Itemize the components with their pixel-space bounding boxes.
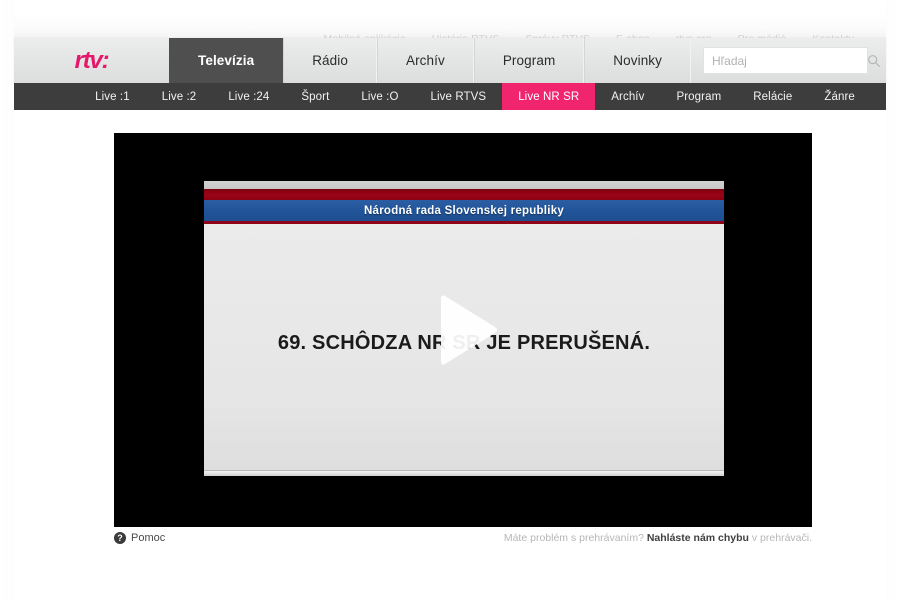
subnav-item-sport[interactable]: Šport (285, 83, 345, 110)
report-suffix: v prehrávači. (751, 532, 812, 544)
subnav-item-label: Live :24 (228, 90, 270, 103)
subnav-item-label: Šport (301, 90, 330, 103)
subnav-item-live-nr-sr[interactable]: Live NR SR (502, 83, 596, 110)
subnav-item-label: Live :1 (95, 90, 130, 103)
help-label: Pomoc (131, 532, 166, 544)
nav-item-archiv[interactable]: Archív (376, 38, 474, 83)
search-icon (868, 54, 881, 67)
subnav-item-live-o[interactable]: Live :O (345, 83, 414, 110)
nav-item-program[interactable]: Program (473, 38, 585, 83)
page-root: Mobilné aplikácie História RTVS Správy R… (0, 0, 900, 600)
subnav-item-label: Relácie (753, 90, 793, 103)
slide-top-strip (204, 181, 724, 189)
slide-red-band (204, 189, 724, 200)
subnav-item-archiv[interactable]: Archív (595, 83, 660, 110)
nav-item-label: Novinky (613, 53, 663, 68)
subnav-item-label: Live RTVS (430, 90, 487, 103)
slide-blue-banner: Národná rada Slovenskej republiky (204, 200, 724, 221)
nav-item-label: Televízia (198, 53, 255, 68)
subnav-item-label: Live :2 (161, 90, 197, 103)
report-prefix: Máte problém s prehrávaním? (503, 532, 644, 544)
slide-banner-title: Národná rada Slovenskej republiky (364, 204, 564, 217)
question-mark-icon: ? (114, 532, 126, 544)
page-left-margin (0, 0, 14, 600)
rtvs-logo[interactable]: rtv: (14, 38, 169, 83)
nav-item-label: Program (502, 53, 556, 68)
main-navigation: rtv: Televízia Rádio Archív Program Novi… (14, 38, 886, 83)
nav-item-label: Rádio (312, 53, 348, 68)
report-problem-line: Máte problém s prehrávaním? Nahláste nám… (504, 532, 812, 544)
nav-item-label: Archív (405, 53, 445, 68)
subnav-item-live-2[interactable]: Live :2 (146, 83, 213, 110)
sub-navigation: Live :1 Live :2 Live :24 Šport Live :O L… (14, 83, 886, 110)
subnav-item-zanre[interactable]: Žánre (808, 83, 871, 110)
report-error-link[interactable]: Nahláste nám chybu (647, 532, 749, 544)
utility-bar: Mobilné aplikácie História RTVS Správy R… (14, 14, 886, 38)
player-footer: ? Pomoc Máte problém s prehrávaním? Nahl… (114, 529, 812, 547)
nav-item-novinky[interactable]: Novinky (584, 38, 692, 83)
search-input[interactable] (712, 53, 867, 68)
slide-bottom-line (204, 470, 724, 476)
play-triangle-icon (441, 295, 497, 365)
subnav-item-live-1[interactable]: Live :1 (79, 83, 146, 110)
play-button[interactable] (415, 282, 511, 378)
subnav-item-label: Program (676, 90, 722, 103)
nav-item-televizia[interactable]: Televízia (169, 38, 284, 83)
help-link[interactable]: ? Pomoc (114, 532, 165, 544)
subnav-item-relacie[interactable]: Relácie (737, 83, 808, 110)
subnav-item-label: Live :O (361, 90, 399, 103)
nav-item-radio[interactable]: Rádio (283, 38, 377, 83)
video-player[interactable]: Národná rada Slovenskej republiky 69. SC… (114, 133, 812, 527)
subnav-item-label: Live NR SR (518, 90, 580, 103)
subnav-item-program[interactable]: Program (660, 83, 737, 110)
subnav-item-live-24[interactable]: Live :24 (212, 83, 285, 110)
page-right-margin (886, 0, 900, 600)
subnav-item-label: Žánre (824, 90, 855, 103)
subnav-item-label: Archív (611, 90, 645, 103)
subnav-item-live-rtvs[interactable]: Live RTVS (415, 83, 503, 110)
search-box[interactable] (703, 47, 881, 74)
